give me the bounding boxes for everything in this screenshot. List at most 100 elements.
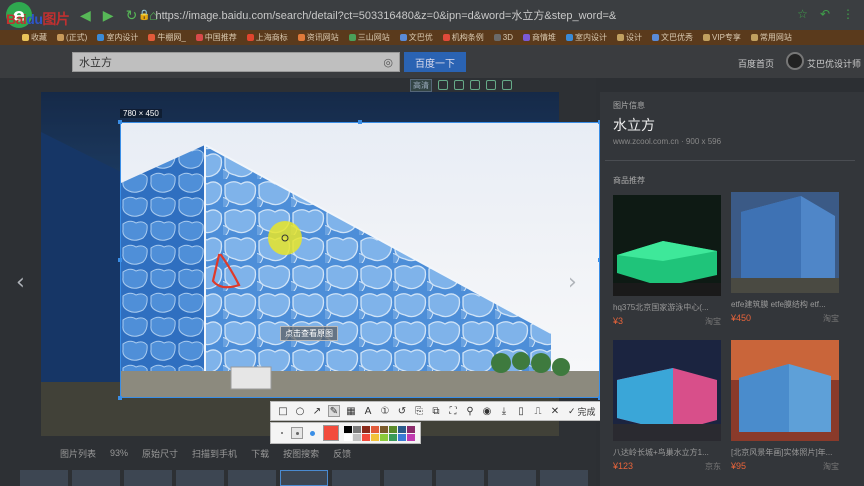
phone-icon[interactable]: ▯ xyxy=(515,405,527,417)
color-swatch[interactable] xyxy=(362,433,370,441)
fullscreen-icon[interactable] xyxy=(454,80,464,90)
source-link[interactable]: www.zcool.com.cn xyxy=(613,137,679,146)
scan-icon[interactable]: ⛶ xyxy=(447,405,459,417)
color-swatch[interactable] xyxy=(389,433,397,441)
resize-handle-l[interactable] xyxy=(118,258,122,262)
current-color-swatch[interactable] xyxy=(323,425,339,441)
close-icon[interactable]: ✕ xyxy=(549,405,561,417)
color-swatch[interactable] xyxy=(407,425,415,433)
download-icon[interactable]: ⤓ xyxy=(498,405,510,417)
color-swatch[interactable] xyxy=(398,433,406,441)
color-swatch[interactable] xyxy=(371,425,379,433)
bookmark-item[interactable]: 收藏 xyxy=(22,32,47,43)
baidu-home-link[interactable]: 百度首页 xyxy=(738,57,774,70)
bookmark-item[interactable]: 3D xyxy=(493,33,513,42)
screenshot-selection[interactable] xyxy=(120,122,600,398)
bookmark-item[interactable]: 室内设计 xyxy=(97,32,138,43)
zoom-level[interactable]: 93% xyxy=(110,448,128,458)
copy-icon[interactable] xyxy=(470,80,480,90)
thumbnail[interactable] xyxy=(540,470,588,486)
bookmark-item[interactable]: 文巴优 xyxy=(399,32,433,43)
settings-icon[interactable] xyxy=(502,80,512,90)
bookmark-item[interactable]: (正式) xyxy=(57,32,87,43)
done-button[interactable]: ✓ 完成 xyxy=(568,405,596,418)
ocr-icon[interactable]: ⎘ xyxy=(413,405,425,417)
save-icon[interactable] xyxy=(438,80,448,90)
thumbnail[interactable] xyxy=(20,470,68,486)
arrow-tool-icon[interactable]: ↗ xyxy=(311,405,323,417)
bookmark-item[interactable]: 上海商标 xyxy=(246,32,288,43)
camera-icon[interactable]: ◎ xyxy=(383,56,393,69)
color-swatch[interactable] xyxy=(362,425,370,433)
color-swatch[interactable] xyxy=(398,425,406,433)
product-card[interactable]: etfe建筑膜 etfe膜结构 etf... ¥450 淘宝 xyxy=(731,192,839,324)
menu-icon[interactable]: ⋮ xyxy=(842,7,854,21)
brush-size-small[interactable] xyxy=(276,427,288,439)
thumbnail[interactable] xyxy=(228,470,276,486)
next-image-arrow[interactable]: › xyxy=(568,270,577,295)
ellipse-tool-icon[interactable]: ○ xyxy=(294,405,306,417)
number-tool-icon[interactable]: ① xyxy=(379,405,391,417)
hq-badge[interactable]: 高清 xyxy=(410,78,432,92)
color-swatch[interactable] xyxy=(389,425,397,433)
product-card[interactable]: [北京风景年画]实体照片]年... ¥95 淘宝 xyxy=(731,340,839,472)
original-size-button[interactable]: 原始尺寸 xyxy=(142,447,178,460)
bookmark-icon[interactable]: ⎍ xyxy=(532,405,544,417)
feedback-button[interactable]: 反馈 xyxy=(333,447,351,460)
thumbnail[interactable] xyxy=(124,470,172,486)
back-icon[interactable]: ◀ xyxy=(80,7,91,24)
color-swatch[interactable] xyxy=(353,433,361,441)
mosaic-tool-icon[interactable]: ▦ xyxy=(345,405,357,417)
translate-icon[interactable]: ⧉ xyxy=(430,405,442,417)
star-icon[interactable]: ☆ xyxy=(797,7,808,21)
scan-to-phone-button[interactable]: 扫描到手机 xyxy=(192,447,237,460)
product-title[interactable]: hq375北京国家游泳中心(... xyxy=(613,302,721,313)
thumbnail[interactable] xyxy=(488,470,536,486)
color-swatch[interactable] xyxy=(371,433,379,441)
address-bar[interactable]: 🔒 https://image.baidu.com/search/detail?… xyxy=(138,6,618,24)
pen-tool-icon[interactable]: ✎ xyxy=(328,405,340,417)
avatar[interactable] xyxy=(786,52,804,70)
rectangle-tool-icon[interactable]: □ xyxy=(277,405,289,417)
bookmark-item[interactable]: 牛棚网_ xyxy=(148,32,186,43)
product-image[interactable] xyxy=(613,340,721,441)
resize-handle-t[interactable] xyxy=(358,120,362,124)
color-swatch[interactable] xyxy=(344,433,352,441)
bookmark-item[interactable]: 文巴优秀 xyxy=(652,32,693,43)
bookmark-item[interactable]: 中国推荐 xyxy=(195,32,237,43)
thumbnail[interactable] xyxy=(332,470,380,486)
color-swatch[interactable] xyxy=(344,425,352,433)
product-title[interactable]: [北京风景年画]实体照片]年... xyxy=(731,447,839,458)
bookmark-item[interactable]: VIP专享 xyxy=(703,32,741,43)
bookmark-item[interactable]: 机构条例 xyxy=(442,32,484,43)
brush-size-medium[interactable] xyxy=(291,427,303,439)
pin-icon[interactable]: ⚲ xyxy=(464,405,476,417)
url-text[interactable]: https://image.baidu.com/search/detail?ct… xyxy=(155,7,616,23)
share-icon[interactable] xyxy=(486,80,496,90)
thumbnail[interactable] xyxy=(72,470,120,486)
forward-icon[interactable]: ▶ xyxy=(103,7,114,24)
prev-image-arrow[interactable]: ‹ xyxy=(16,270,25,295)
bookmark-item[interactable]: 商情堆 xyxy=(523,32,556,43)
thumbnail[interactable] xyxy=(384,470,432,486)
bookmark-item[interactable]: 三山网站 xyxy=(348,32,390,43)
resize-handle-tl[interactable] xyxy=(118,120,122,124)
undo-icon[interactable]: ↶ xyxy=(820,7,830,21)
bookmark-item[interactable]: 资讯网站 xyxy=(297,32,339,43)
search-input[interactable]: 水立方 ◎ xyxy=(72,52,400,72)
resize-handle-bl[interactable] xyxy=(118,396,122,400)
user-name[interactable]: 艾巴优设计师 xyxy=(807,57,861,70)
color-swatch[interactable] xyxy=(353,425,361,433)
product-image[interactable] xyxy=(613,195,721,296)
highlight-mark[interactable] xyxy=(268,221,302,255)
bookmark-item[interactable]: 设计 xyxy=(617,32,642,43)
thumbnail[interactable] xyxy=(176,470,224,486)
thumbnail[interactable] xyxy=(436,470,484,486)
undo-icon[interactable]: ↺ xyxy=(396,405,408,417)
color-swatch[interactable] xyxy=(380,433,388,441)
image-search-button[interactable]: 按图搜索 xyxy=(283,447,319,460)
bookmark-item[interactable]: 常用网站 xyxy=(750,32,792,43)
bookmark-item[interactable]: 室内设计 xyxy=(566,32,607,43)
baidu-logo[interactable]: Baidu图片 xyxy=(6,9,70,29)
thumbnail-active[interactable] xyxy=(280,470,328,486)
